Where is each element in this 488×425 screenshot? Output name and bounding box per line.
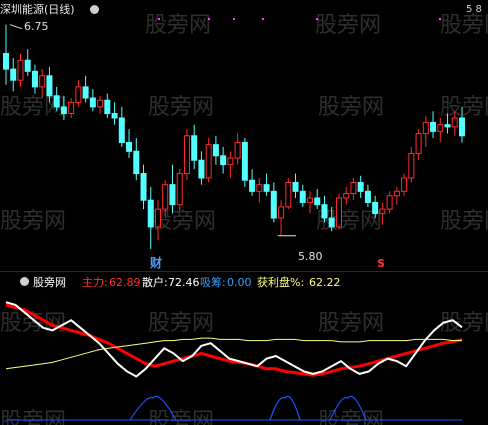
huolipan-value: 62.22 (309, 276, 341, 289)
candlestick[interactable] (212, 135, 219, 165)
candlestick[interactable] (393, 186, 400, 205)
signal-dot (158, 18, 160, 20)
candlestick[interactable] (285, 178, 292, 210)
candlestick[interactable] (118, 106, 125, 147)
marker-cai[interactable]: 财 (150, 257, 162, 270)
watermark-text: 股旁网 (440, 311, 488, 336)
watermark-text: 股旁网 (0, 209, 66, 234)
candlestick[interactable] (263, 173, 270, 196)
zhuli-label: 主力: (82, 276, 108, 289)
candlestick[interactable] (357, 175, 364, 198)
panel-separator[interactable] (0, 271, 488, 272)
candlestick[interactable] (335, 193, 342, 230)
candlestick[interactable] (169, 164, 176, 214)
signal-dot (262, 18, 264, 20)
candlestick[interactable] (422, 115, 429, 147)
zhuli-line[interactable] (5, 303, 463, 377)
candlestick[interactable] (314, 189, 321, 210)
candlestick[interactable] (227, 151, 234, 178)
candlestick[interactable] (415, 129, 422, 161)
candlestick[interactable] (350, 178, 357, 201)
candlestick[interactable] (364, 184, 371, 207)
low-price-label: 5.80 (298, 250, 323, 263)
candlestick[interactable] (31, 64, 38, 94)
candlestick[interactable] (24, 49, 31, 76)
candlestick[interactable] (292, 173, 299, 198)
candlestick[interactable] (343, 186, 350, 205)
watermark-text: 股旁网 (318, 311, 384, 336)
candlestick[interactable] (191, 124, 198, 170)
candlestick[interactable] (10, 58, 17, 92)
candlestick[interactable] (17, 53, 24, 87)
candlestick[interactable] (82, 75, 89, 103)
watermark-text: 股旁网 (148, 311, 214, 336)
candlestick[interactable] (241, 138, 248, 187)
huolipan-line[interactable] (5, 337, 463, 370)
sanhu-label: 散户: (142, 276, 168, 289)
candlestick[interactable] (126, 129, 133, 158)
signal-dot (316, 18, 318, 20)
candlestick[interactable] (270, 182, 277, 223)
candlestick[interactable] (401, 173, 408, 196)
sanhu-value: 72.46 (168, 276, 200, 289)
candlestick[interactable] (68, 98, 75, 118)
corner-label: 5 8 (466, 4, 482, 15)
candlestick[interactable] (97, 95, 104, 114)
candlestick[interactable] (256, 178, 263, 203)
candlestick[interactable] (111, 102, 118, 125)
candlestick[interactable] (147, 186, 154, 250)
watermark-text: 股旁网 (315, 13, 381, 38)
candlestick[interactable] (220, 146, 227, 174)
xichou-burst (269, 395, 301, 421)
candlestick[interactable] (249, 169, 256, 196)
candlestick[interactable] (321, 195, 328, 223)
xichou-label: 吸筹: (200, 276, 226, 289)
chart-window: 股旁网股旁网股旁网股旁网股旁网股旁网股旁网股旁网股旁网股旁网股旁网股旁网股旁网股… (0, 0, 488, 425)
candlestick[interactable] (75, 80, 82, 107)
top-panel-title: 深圳能源(日线) (0, 3, 75, 16)
candlestick[interactable] (430, 111, 437, 138)
signal-dot (233, 18, 235, 20)
candlestick[interactable] (299, 184, 306, 207)
watermark-text: 股旁网 (318, 409, 384, 425)
candlestick[interactable] (89, 89, 96, 112)
candlestick[interactable] (3, 24, 9, 85)
candlestick[interactable] (205, 138, 212, 183)
huolipan-label: 获利盘%: (257, 276, 305, 289)
zhuli-value: 62.89 (109, 276, 141, 289)
candlestick[interactable] (183, 129, 190, 181)
candlestick[interactable] (133, 138, 140, 181)
watermark-text: 股旁网 (0, 409, 66, 425)
chevron-down-icon[interactable] (20, 277, 29, 286)
candlestick[interactable] (234, 133, 241, 165)
marker-s[interactable]: S (377, 257, 385, 270)
indicator-name: 股旁网 (33, 276, 66, 289)
candlestick[interactable] (176, 169, 183, 212)
watermark-text: 股旁网 (318, 95, 384, 120)
high-marker-line (9, 24, 23, 30)
signal-dot (439, 18, 441, 20)
watermark-text: 股旁网 (440, 209, 488, 234)
candlestick[interactable] (386, 191, 393, 214)
chevron-down-icon[interactable] (90, 5, 99, 14)
signal-dot (208, 18, 210, 20)
watermark-text: 股旁网 (148, 409, 214, 425)
candlestick[interactable] (104, 93, 111, 118)
candlestick[interactable] (140, 164, 147, 210)
watermark-text: 股旁网 (148, 95, 214, 120)
candlestick[interactable] (437, 118, 444, 143)
candlestick[interactable] (408, 146, 415, 183)
candlestick[interactable] (198, 151, 205, 185)
candlestick[interactable] (278, 200, 285, 236)
candlestick[interactable] (155, 200, 161, 241)
watermark-text: 股旁网 (440, 13, 488, 38)
candlestick[interactable] (39, 69, 46, 98)
high-price-label: 6.75 (24, 20, 49, 33)
watermark-text: 股旁网 (145, 13, 211, 38)
candlestick[interactable] (307, 191, 313, 214)
xichou-value: 0.00 (227, 276, 252, 289)
chart-canvas[interactable]: 股旁网股旁网股旁网股旁网股旁网股旁网股旁网股旁网股旁网股旁网股旁网股旁网股旁网股… (0, 0, 488, 425)
